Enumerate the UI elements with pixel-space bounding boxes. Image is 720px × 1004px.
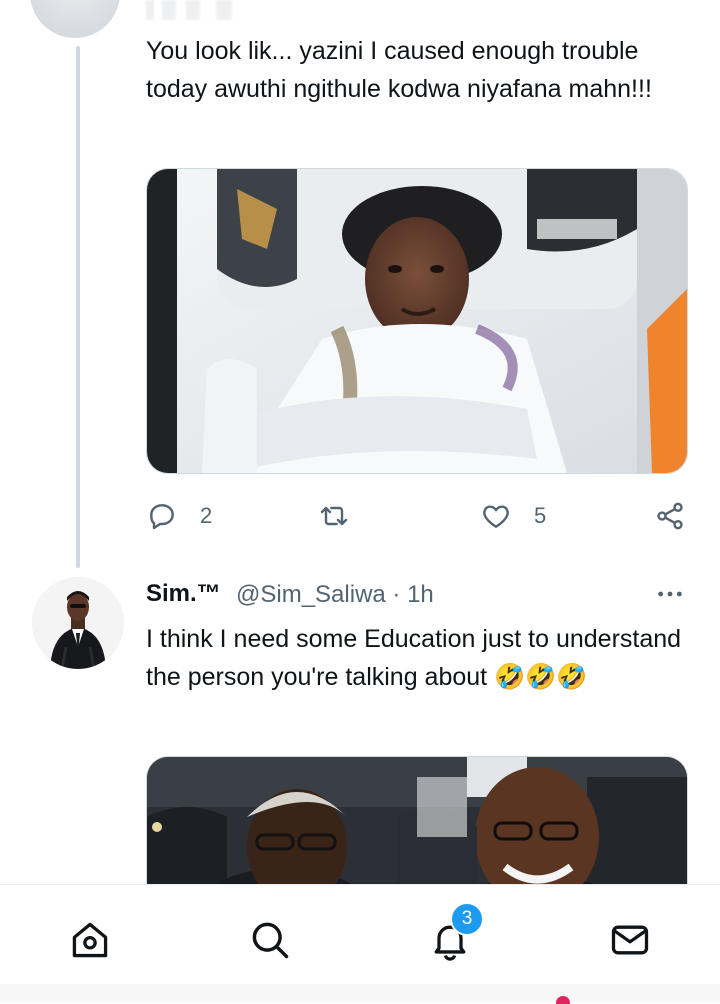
mail-icon xyxy=(611,925,649,955)
reply-button[interactable]: 2 xyxy=(146,494,212,538)
like-count: 5 xyxy=(534,503,547,528)
user-handle: @Sim_Saliwa xyxy=(236,581,386,608)
avatar[interactable] xyxy=(32,577,124,669)
share-icon xyxy=(657,502,683,530)
previous-avatar[interactable] xyxy=(30,0,120,38)
nav-messages[interactable] xyxy=(608,918,652,962)
reply-count: 2 xyxy=(200,503,213,528)
avatar-photo xyxy=(32,577,124,669)
retweet-icon xyxy=(320,506,348,526)
reply-icon xyxy=(150,504,174,530)
photo-woman-crossed-arms xyxy=(147,169,687,473)
handle-and-time[interactable]: @Sim_Saliwa · 1h xyxy=(236,581,434,609)
system-bar xyxy=(0,984,720,1002)
notification-badge: 3 xyxy=(450,902,484,936)
cropped-header-text xyxy=(146,0,256,20)
indicator-dot xyxy=(556,996,570,1004)
heart-icon xyxy=(483,505,509,528)
retweet-button[interactable] xyxy=(318,494,350,538)
search-icon xyxy=(252,922,289,959)
display-name[interactable]: Sim.™ xyxy=(146,580,221,608)
like-button[interactable]: 5 xyxy=(480,494,546,538)
tweet-text-2: I think I need some Education just to un… xyxy=(146,625,682,691)
nav-search[interactable] xyxy=(248,918,292,962)
share-button[interactable] xyxy=(654,494,686,538)
nav-home[interactable] xyxy=(68,918,112,962)
tweet-image[interactable] xyxy=(146,168,688,474)
home-icon xyxy=(72,922,108,958)
tweet-text: You look lik... yazini I caused enough t… xyxy=(146,37,652,103)
tweet-actions: 2 5 xyxy=(146,494,706,538)
more-button[interactable] xyxy=(654,578,686,610)
tweet-time: · 1h xyxy=(392,581,434,608)
thread-line xyxy=(76,46,80,568)
more-icon xyxy=(658,591,682,597)
